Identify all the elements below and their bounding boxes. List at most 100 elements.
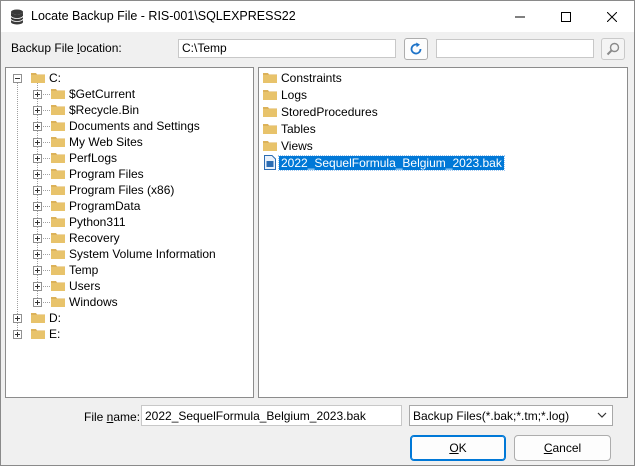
list-item-folder[interactable]: StoredProcedures (261, 103, 561, 120)
tree-item-label: C: (49, 71, 61, 85)
folder-icon (51, 185, 65, 195)
tree-item[interactable]: Documents and Settings (6, 118, 246, 134)
folder-icon (263, 90, 277, 100)
ok-button[interactable]: OK (410, 435, 506, 461)
tree-item-label: ProgramData (69, 199, 141, 213)
tree-connector (43, 126, 50, 127)
title-bar[interactable]: Locate Backup File - RIS-001\SQLEXPRESS2… (1, 1, 634, 32)
expand-icon[interactable] (33, 106, 42, 115)
tree-connector (43, 302, 50, 303)
tree-item[interactable]: PerfLogs (6, 150, 246, 166)
search-icon (606, 42, 620, 56)
tree-item-c-drive[interactable]: C: (6, 70, 246, 86)
tree-item-label: $Recycle.Bin (69, 103, 140, 117)
tree-item-label: D: (49, 311, 61, 325)
search-input[interactable] (436, 39, 594, 58)
tree-item[interactable]: ProgramData (6, 198, 246, 214)
expand-icon[interactable] (33, 186, 42, 195)
tree-item-label: Documents and Settings (69, 119, 200, 133)
expand-icon[interactable] (33, 234, 42, 243)
close-icon (607, 11, 617, 22)
expand-icon[interactable] (33, 218, 42, 227)
tree-item-label: My Web Sites (69, 135, 143, 149)
tree-item-d-drive[interactable]: D: (6, 310, 246, 326)
folder-icon (31, 329, 45, 339)
tree-item[interactable]: Python311 (6, 214, 246, 230)
tree-connector (43, 94, 50, 95)
maximize-button[interactable] (543, 1, 589, 32)
tree-item-label: Program Files (69, 167, 144, 181)
list-item-folder[interactable]: Logs (261, 86, 561, 103)
expand-icon[interactable] (33, 122, 42, 131)
file-type-select[interactable]: Backup Files(*.bak;*.tm;*.log) (409, 405, 613, 426)
folder-icon (51, 89, 65, 99)
tree-connector (43, 270, 50, 271)
tree-item-label: Temp (69, 263, 99, 277)
list-item-folder[interactable]: Tables (261, 120, 561, 137)
close-button[interactable] (589, 1, 635, 32)
tree-item[interactable]: $GetCurrent (6, 86, 246, 102)
expand-icon[interactable] (33, 202, 42, 211)
folder-icon (51, 265, 65, 275)
file-list[interactable]: Constraints Logs StoredProcedures Tables Vie… (258, 67, 628, 398)
cancel-button[interactable]: Cancel (514, 435, 611, 461)
tree-connector (43, 286, 50, 287)
file-name-input[interactable]: 2022_SequelFormula_Belgium_2023.bak (141, 405, 402, 426)
expand-icon[interactable] (33, 298, 42, 307)
tree-item-label: $GetCurrent (69, 87, 136, 101)
locate-backup-dialog: Locate Backup File - RIS-001\SQLEXPRESS2… (0, 0, 635, 466)
tree-item-label: System Volume Information (69, 247, 216, 261)
tree-connector (43, 142, 50, 143)
folder-icon (51, 105, 65, 115)
tree-item[interactable]: Program Files (x86) (6, 182, 246, 198)
expand-icon[interactable] (33, 170, 42, 179)
tree-item[interactable]: Temp (6, 262, 246, 278)
list-item-backup-file[interactable]: 2022_SequelFormula_Belgium_2023.bak (261, 154, 561, 171)
tree-item[interactable]: $Recycle.Bin (6, 102, 246, 118)
expand-icon[interactable] (33, 90, 42, 99)
folder-icon (51, 249, 65, 259)
folder-icon (51, 153, 65, 163)
tree-item-e-drive[interactable]: E: (6, 326, 246, 342)
tree-connector (43, 254, 50, 255)
maximize-icon (561, 11, 571, 22)
database-icon (10, 9, 24, 25)
expand-icon[interactable] (33, 138, 42, 147)
expand-icon[interactable] (33, 266, 42, 275)
tree-item-label: Windows (69, 295, 118, 309)
tree-connector (43, 190, 50, 191)
expand-icon[interactable] (13, 314, 22, 323)
folder-icon (263, 73, 277, 83)
list-item-label: Tables (281, 122, 316, 136)
expand-icon[interactable] (33, 282, 42, 291)
collapse-icon[interactable] (13, 74, 22, 83)
folder-icon (31, 73, 45, 83)
expand-icon[interactable] (33, 154, 42, 163)
folder-icon (51, 281, 65, 291)
folder-icon (51, 297, 65, 307)
search-button[interactable] (601, 38, 625, 60)
tree-item-label: Python311 (69, 215, 126, 229)
refresh-icon (410, 42, 422, 55)
folder-tree[interactable]: C: $GetCurrent $Recycle.Bin Documents and … (5, 67, 254, 398)
list-item-folder[interactable]: Constraints (261, 69, 561, 86)
tree-item[interactable]: Recovery (6, 230, 246, 246)
folder-icon (51, 137, 65, 147)
tree-item[interactable]: System Volume Information (6, 246, 246, 262)
tree-item-label: Recovery (69, 231, 120, 245)
tree-item[interactable]: My Web Sites (6, 134, 246, 150)
tree-item-label: Users (69, 279, 101, 293)
refresh-button[interactable] (404, 38, 428, 60)
backup-location-input[interactable]: C:\Temp (178, 39, 396, 58)
tree-item-label: Program Files (x86) (69, 183, 175, 197)
file-name-label: File name: (84, 410, 141, 424)
tree-item[interactable]: Program Files (6, 166, 246, 182)
list-item-folder[interactable]: Views (261, 137, 561, 154)
expand-icon[interactable] (13, 330, 22, 339)
folder-icon (263, 141, 277, 151)
tree-item[interactable]: Windows (6, 294, 246, 310)
folder-icon (51, 121, 65, 131)
tree-item[interactable]: Users (6, 278, 246, 294)
expand-icon[interactable] (33, 250, 42, 259)
minimize-button[interactable] (497, 1, 543, 32)
